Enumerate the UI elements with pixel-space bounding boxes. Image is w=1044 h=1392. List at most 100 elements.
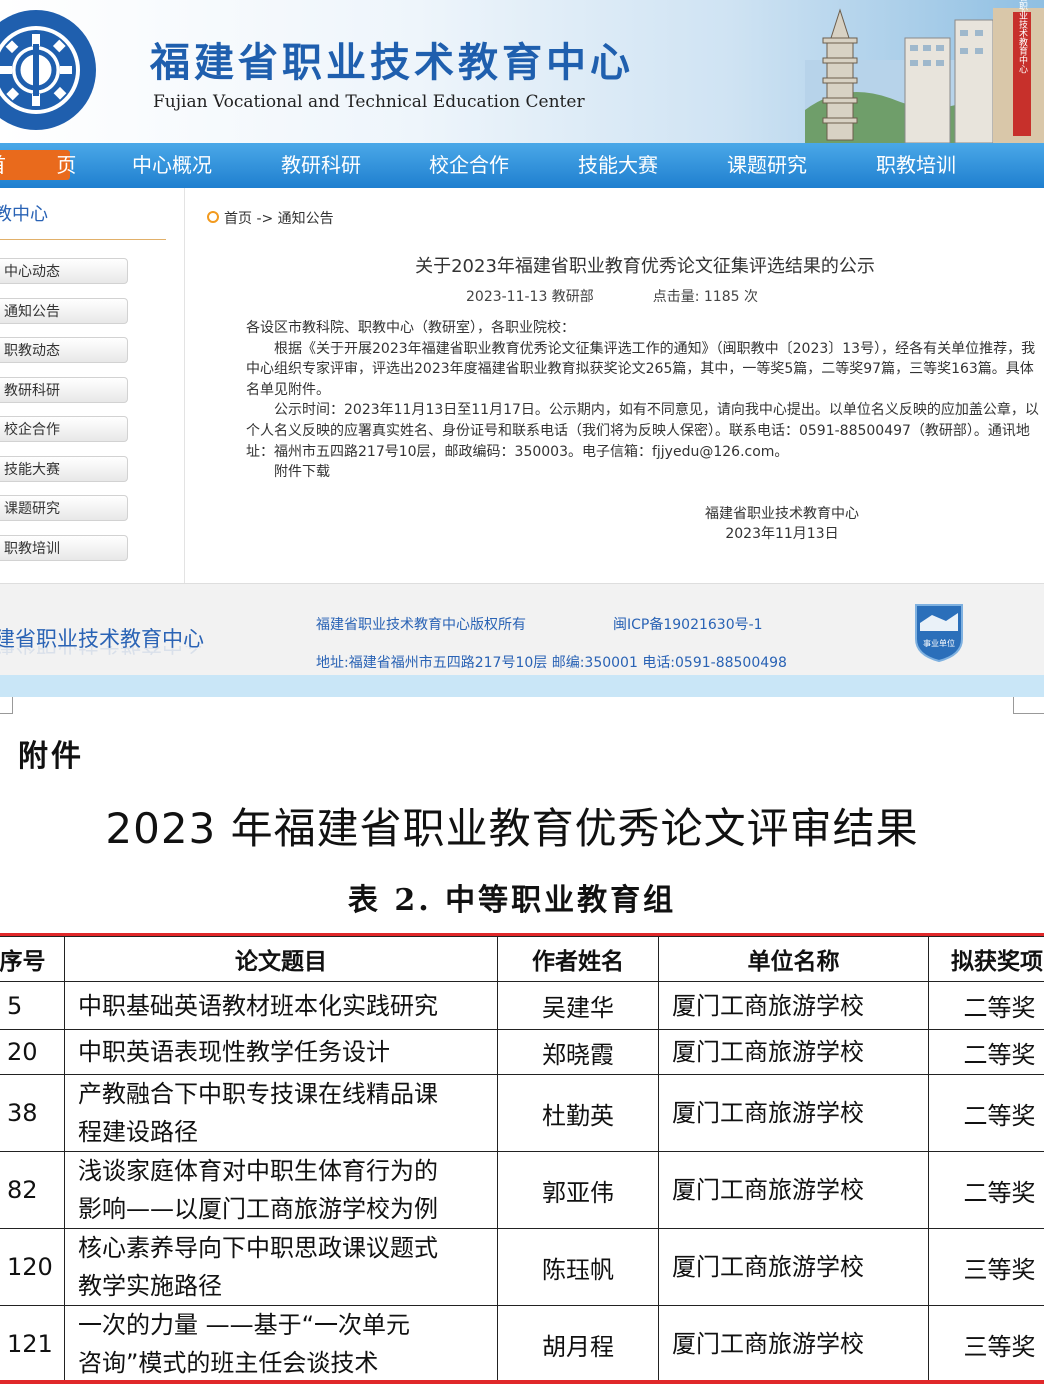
- sidebar-item-skills-contest[interactable]: 技能大赛: [0, 456, 128, 482]
- site-subtitle: Fujian Vocational and Technical Educatio…: [153, 92, 585, 112]
- sidebar-item-school-enterprise[interactable]: 校企合作: [0, 416, 128, 442]
- article-signature: 福建省职业技术教育中心 2023年11月13日: [705, 504, 859, 544]
- cell-author: 吴建华: [497, 981, 659, 1030]
- bullet-circle-icon: [207, 211, 219, 223]
- cell-title: 中职英语表现性教学任务设计: [64, 1029, 498, 1075]
- center-logo-icon: [0, 10, 96, 130]
- cell-title: 浅谈家庭体育对中职生体育行为的 影响——以厦门工商旅游学校为例: [64, 1151, 498, 1229]
- nav-school-enterprise[interactable]: 校企合作: [429, 143, 509, 188]
- pagoda-scene-image: 福建省职业技术教育中心: [805, 0, 1044, 143]
- footer-address: 地址:福建省福州市五四路217号10层 邮编:350001 电话:0591-88…: [316, 655, 787, 671]
- header-award: 拟获奖项: [928, 936, 1044, 982]
- cell-author: 郑晓霞: [497, 1029, 659, 1075]
- table-row: 121 一次的力量 ——基于“一次单元 咨询”模式的班主任会谈技术 胡月程 厦门工…: [0, 1305, 1044, 1383]
- document-subtitle: 表 2. 中等职业教育组: [347, 883, 677, 918]
- sidebar-title: 教中心: [0, 204, 48, 225]
- cell-title-line1: 浅谈家庭体育对中职生体育行为的: [78, 1157, 438, 1185]
- cell-award: 三等奖: [928, 1228, 1044, 1306]
- cell-no: 121: [0, 1305, 65, 1383]
- article-salutation: 各设区市教科院、职教中心（教研室），各职业院校：: [246, 320, 575, 336]
- cell-award: 二等奖: [928, 981, 1044, 1030]
- article-body: 各设区市教科院、职教中心（教研室），各职业院校： 根据《关于开展2023年福建省…: [246, 318, 1041, 483]
- header-no: 序号: [0, 936, 65, 982]
- public-institution-badge-icon[interactable]: 事业单位: [912, 601, 966, 663]
- sidebar-item-center-news[interactable]: 中心动态: [0, 258, 128, 284]
- cell-unit: 厦门工商旅游学校: [658, 981, 929, 1030]
- cell-title-line2: 教学实施路径: [78, 1272, 222, 1300]
- cell-title: 一次的力量 ——基于“一次单元 咨询”模式的班主任会谈技术: [64, 1305, 498, 1383]
- header-unit: 单位名称: [658, 936, 929, 982]
- cell-title-line1: 中职基础英语教材班本化实践研究: [78, 991, 438, 1020]
- article-content: 首页 -> 通知公告 关于2023年福建省职业教育优秀论文征集评选结果的公示 2…: [185, 188, 1044, 583]
- cell-title: 产教融合下中职专技课在线精品课 程建设路径: [64, 1074, 498, 1152]
- footer-org-name-reflection: 建省职业技术教育中心: [0, 646, 204, 660]
- cell-title: 中职基础英语教材班本化实践研究: [64, 981, 498, 1030]
- sidebar-divider: [0, 239, 166, 240]
- sidebar-item-project-research[interactable]: 课题研究: [0, 495, 128, 521]
- article-views: 点击量: 1185 次: [652, 289, 758, 305]
- cell-unit: 厦门工商旅游学校: [658, 1074, 929, 1152]
- table-row: 120 核心素养导向下中职思政课议题式 教学实施路径 陈珏帆 厦门工商旅游学校 三…: [0, 1228, 1044, 1306]
- signature-org: 福建省职业技术教育中心: [705, 506, 859, 522]
- article-paragraph-1: 根据《关于开展2023年福建省职业教育优秀论文征集评选工作的通知》（闽职教中〔2…: [246, 340, 1036, 398]
- results-table: 序号 论文题目 作者姓名 单位名称 拟获奖项 5 中职基础英语教材班本化实践研究…: [0, 936, 1044, 1383]
- cell-title-line2: 咨询”模式的班主任会谈技术: [78, 1349, 379, 1377]
- attachment-download-link[interactable]: 附件下载: [246, 462, 1041, 483]
- cell-no: 5: [0, 981, 65, 1030]
- crop-mark-right-h: [1013, 713, 1044, 714]
- nav-home[interactable]: 首 页: [0, 150, 76, 180]
- cell-unit: 厦门工商旅游学校: [658, 1151, 929, 1229]
- document-title: 2023 年福建省职业教育优秀论文评审结果: [105, 804, 919, 853]
- cell-award: 三等奖: [928, 1305, 1044, 1383]
- nav-teaching-research[interactable]: 教研科研: [281, 143, 361, 188]
- cell-title-line1: 中职英语表现性教学任务设计: [78, 1038, 390, 1066]
- nav-center-overview[interactable]: 中心概况: [132, 143, 212, 188]
- table-row: 5 中职基础英语教材班本化实践研究 吴建华 厦门工商旅游学校 二等奖: [0, 981, 1044, 1030]
- website-screenshot: 福建省职业技术教育中心 Fujian Vocational and Techni…: [0, 0, 1044, 697]
- site-title: 福建省职业技术教育中心: [150, 39, 634, 86]
- table-row: 82 浅谈家庭体育对中职生体育行为的 影响——以厦门工商旅游学校为例 郭亚伟 厦门…: [0, 1151, 1044, 1229]
- footer-icp[interactable]: 闽ICP备19021630号-1: [613, 614, 763, 634]
- sidebar-item-teaching-research[interactable]: 教研科研: [0, 377, 128, 403]
- crop-mark-left-h: [0, 713, 13, 714]
- cell-award: 二等奖: [928, 1029, 1044, 1075]
- cell-author: 陈珏帆: [497, 1228, 659, 1306]
- header-author: 作者姓名: [497, 936, 659, 982]
- sidebar-item-vocational-news[interactable]: 职教动态: [0, 337, 128, 363]
- article-paragraph-2: 公示时间：2023年11月13日至11月17日。公示期内，如有不同意见，请向我中…: [246, 402, 1039, 460]
- main-nav: 首 页 中心概况 教研科研 校企合作 技能大赛 课题研究 职教培训: [0, 143, 1044, 188]
- footer-copyright: 福建省职业技术教育中心版权所有: [316, 617, 526, 633]
- cell-title-line2: 程建设路径: [78, 1118, 198, 1146]
- site-footer: 建省职业技术教育中心 建省职业技术教育中心 福建省职业技术教育中心版权所有 闽I…: [0, 583, 1044, 676]
- cell-title-line1: 核心素养导向下中职思政课议题式: [78, 1234, 438, 1262]
- sidebar: 教中心 中心动态 通知公告 职教动态 教研科研 校企合作 技能大赛 课题研究 职…: [0, 188, 185, 583]
- cell-author: 胡月程: [497, 1305, 659, 1383]
- nav-skills-contest[interactable]: 技能大赛: [578, 143, 658, 188]
- article-date-dept: 2023-11-13 教研部: [466, 289, 594, 305]
- article-meta: 2023-11-13 教研部 点击量: 1185 次: [466, 286, 758, 306]
- signature-date: 2023年11月13日: [725, 526, 839, 542]
- cell-no: 120: [0, 1228, 65, 1306]
- breadcrumb-text[interactable]: 首页 -> 通知公告: [224, 211, 334, 227]
- article-title: 关于2023年福建省职业教育优秀论文征集评选结果的公示: [415, 256, 875, 277]
- cell-no: 38: [0, 1074, 65, 1152]
- sidebar-item-vocational-training[interactable]: 职教培训: [0, 535, 128, 561]
- cell-no: 82: [0, 1151, 65, 1229]
- cell-title: 核心素养导向下中职思政课议题式 教学实施路径: [64, 1228, 498, 1306]
- table-header-row: 序号 论文题目 作者姓名 单位名称 拟获奖项: [0, 936, 1044, 982]
- document-attachment-label: 附件: [18, 739, 84, 774]
- cell-author: 郭亚伟: [497, 1151, 659, 1229]
- cell-unit: 厦门工商旅游学校: [658, 1305, 929, 1383]
- nav-project-research[interactable]: 课题研究: [727, 143, 807, 188]
- cell-no: 20: [0, 1029, 65, 1075]
- attachment-document: 附件 2023 年福建省职业教育优秀论文评审结果 表 2. 中等职业教育组 序号…: [0, 697, 1044, 1392]
- table-row: 38 产教融合下中职专技课在线精品课 程建设路径 杜勤英 厦门工商旅游学校 二等奖: [0, 1074, 1044, 1152]
- sidebar-item-notices[interactable]: 通知公告: [0, 298, 128, 324]
- footer-bottom-bar: [0, 675, 1044, 697]
- nav-vocational-training[interactable]: 职教培训: [876, 143, 956, 188]
- cell-title-line1: 产教融合下中职专技课在线精品课: [78, 1080, 438, 1108]
- side-banner-text: 福建省职业技术教育中心: [1017, 0, 1028, 74]
- cell-author: 杜勤英: [497, 1074, 659, 1152]
- cell-award: 二等奖: [928, 1074, 1044, 1152]
- cell-title-line2: 影响——以厦门工商旅游学校为例: [78, 1195, 438, 1223]
